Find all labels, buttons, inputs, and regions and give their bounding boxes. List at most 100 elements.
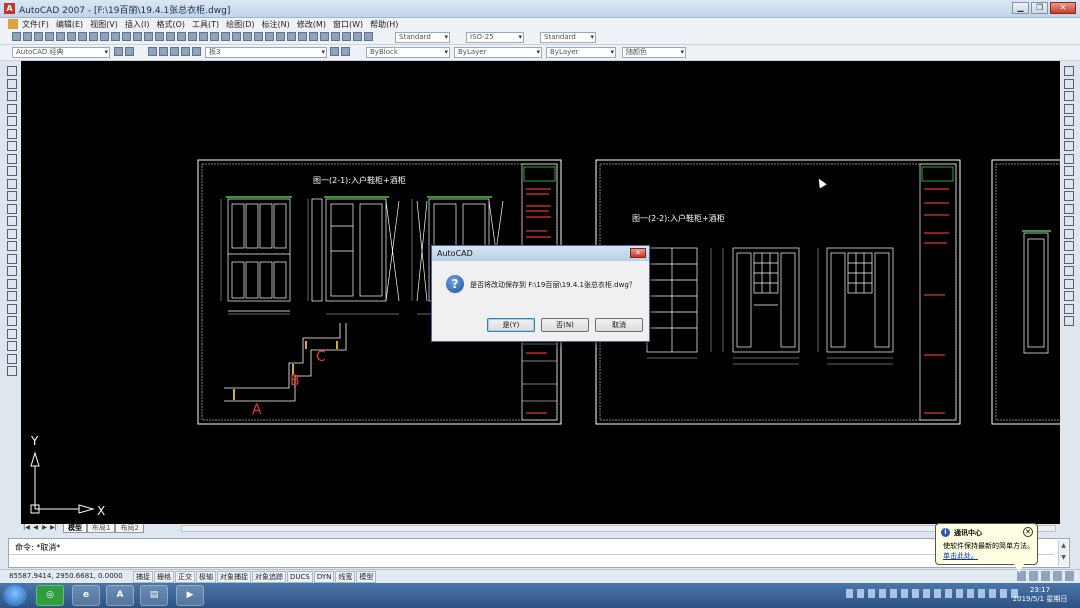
plot-style-select[interactable]: 随颜色 (622, 47, 686, 58)
yes-button[interactable]: 是(Y) (487, 318, 535, 332)
menu-edit[interactable]: 编辑(E) (56, 19, 83, 30)
command-scrollbar[interactable]: ▲ ▼ (1058, 540, 1068, 566)
polar-toggle[interactable]: 极轴 (196, 571, 216, 583)
dyn-toggle[interactable]: DYN (313, 571, 335, 583)
balloon-link[interactable]: 单击此处。 (943, 551, 978, 561)
autocad-app-icon[interactable]: A (4, 3, 15, 14)
minimize-button[interactable]: ▁ (1012, 2, 1029, 14)
dialog-message: 是否将改动保存到 F:\19百丽\19.4.1张总衣柜.dwg？ (470, 281, 636, 289)
text-style-select[interactable]: Standard (395, 32, 450, 43)
cursor-coordinates: 85587.9414, 2950.6681, 0.0000 (9, 572, 123, 580)
sheet-3-border (991, 159, 1060, 425)
tab-model[interactable]: 模型 (63, 524, 87, 533)
balloon-title: 通讯中心 (954, 529, 982, 537)
menu-help[interactable]: 帮助(H) (370, 19, 398, 30)
save-changes-dialog: AutoCAD ✕ ? 是否将改动保存到 F:\19百丽\19.4.1张总衣柜.… (431, 245, 650, 342)
cabinet-drawing-4 (646, 247, 698, 353)
table-style-select[interactable]: Standard (540, 32, 596, 43)
cabinet-plan-view (224, 323, 347, 402)
cabinet-drawing-2 (311, 198, 400, 302)
menu-insert[interactable]: 插入(I) (125, 19, 150, 30)
sheet-1-title: 图一(2-1):入户鞋柜+酒柜 (313, 175, 406, 185)
status-tray-icons[interactable] (1017, 571, 1074, 581)
folder-taskbar-icon[interactable]: ▤ (140, 585, 168, 606)
dialog-title: AutoCAD (432, 246, 649, 261)
menu-format[interactable]: 格式(O) (156, 19, 185, 30)
menu-view[interactable]: 视图(V) (90, 19, 118, 30)
no-button[interactable]: 否(N) (541, 318, 589, 332)
command-history: 命令: *取消* (15, 543, 61, 552)
iqiyi-taskbar-icon[interactable]: ◎ (36, 585, 64, 606)
title-bar: A AutoCAD 2007 - [F:\19百丽\19.4.1张总衣柜.dwg… (0, 0, 1080, 18)
tab-layout2[interactable]: 布局2 (115, 524, 144, 533)
ucs-icon (30, 451, 95, 514)
plan-label-b: B (290, 373, 300, 389)
workspace-select[interactable]: AutoCAD 经典 (12, 47, 110, 58)
next-tab-icon[interactable]: ▶ (41, 524, 48, 532)
prev-tab-icon[interactable]: ◀ (32, 524, 39, 532)
menu-window[interactable]: 窗口(W) (333, 19, 363, 30)
plan-label-c: C (316, 349, 326, 365)
first-tab-icon[interactable]: |◀ (23, 524, 30, 532)
autocad-taskbar-icon[interactable]: A (106, 585, 134, 606)
info-icon: i (941, 528, 950, 537)
command-window: 命令: *取消* ▲ ▼ (8, 538, 1070, 568)
workspace-tool-icons[interactable] (114, 47, 134, 56)
windows-taskbar: ◎ e A ▤ ▶ 23:17 2019/5/1 星期日 (0, 583, 1080, 608)
cabinet-drawing-5 (732, 247, 800, 353)
model-toggle[interactable]: 模型 (356, 571, 377, 583)
ucs-x-label: X (97, 504, 105, 518)
last-tab-icon[interactable]: ▶| (50, 524, 57, 532)
layer-state-icons[interactable] (148, 47, 201, 56)
cabinet-drawing-6 (826, 247, 894, 353)
linetype-select[interactable]: ByLayer (454, 47, 542, 58)
document-icon[interactable] (8, 19, 18, 29)
snap-toggle[interactable]: 捕捉 (133, 571, 153, 583)
sheet-2-title: 图一(2-2):入户鞋柜+酒柜 (632, 213, 725, 223)
autocad-window: A AutoCAD 2007 - [F:\19百丽\19.4.1张总衣柜.dwg… (0, 0, 1080, 608)
menu-draw[interactable]: 绘图(D) (226, 19, 254, 30)
taskbar-clock[interactable]: 23:17 2019/5/1 星期日 (1010, 586, 1070, 604)
standard-toolbar: Standard ISO-25 Standard (0, 30, 1080, 45)
close-button[interactable]: ✕ (1050, 2, 1076, 14)
command-input[interactable] (13, 556, 913, 567)
modify-toolbar[interactable] (1063, 66, 1077, 336)
lineweight-toggle[interactable]: 线宽 (335, 571, 356, 583)
layers-properties-toolbar: AutoCAD 经典 板3 ByBlock ByLayer ByLayer 随颜… (0, 45, 1080, 61)
color-select[interactable]: ByBlock (366, 47, 450, 58)
menu-tools[interactable]: 工具(T) (192, 19, 219, 30)
ie-taskbar-icon[interactable]: e (72, 585, 100, 606)
balloon-close-icon[interactable]: ✕ (1023, 527, 1033, 537)
menu-modify[interactable]: 修改(M) (297, 19, 326, 30)
recorder-taskbar-icon[interactable]: ▶ (176, 585, 204, 606)
dim-style-select[interactable]: ISO-25 (466, 32, 524, 43)
cabinet-drawing-7 (1023, 232, 1049, 354)
clock-date: 2019/5/1 星期日 (1012, 595, 1068, 603)
status-bar: 85587.9414, 2950.6681, 0.0000 捕捉 栅格 正交 极… (0, 569, 1080, 583)
cabinet-drawing-1 (227, 198, 291, 312)
standard-tool-icons[interactable] (12, 32, 373, 41)
grid-toggle[interactable]: 栅格 (154, 571, 174, 583)
layer-tool-icons[interactable] (330, 47, 350, 56)
menu-file[interactable]: 文件(F) (22, 19, 49, 30)
clock-time: 23:17 (1029, 586, 1051, 594)
system-tray-icons[interactable] (846, 589, 1018, 598)
plan-label-a: A (252, 402, 262, 418)
menu-dimension[interactable]: 标注(N) (262, 19, 290, 30)
draw-toolbar[interactable] (6, 66, 20, 396)
dialog-close-button[interactable]: ✕ (630, 248, 646, 258)
ucs-y-label: Y (30, 434, 39, 448)
restore-button[interactable]: ❐ (1031, 2, 1048, 14)
tab-layout1[interactable]: 布局1 (87, 524, 116, 533)
otrack-toggle[interactable]: 对象追踪 (252, 571, 286, 583)
ducs-toggle[interactable]: DUCS (287, 571, 313, 583)
layout-tabs-bar: |◀ ◀ ▶ ▶| 模型 布局1 布局2 (21, 524, 1060, 533)
start-button-icon[interactable] (3, 585, 27, 606)
menu-bar: 文件(F) 编辑(E) 视图(V) 插入(I) 格式(O) 工具(T) 绘图(D… (0, 18, 1080, 30)
ortho-toggle[interactable]: 正交 (175, 571, 195, 583)
layer-select[interactable]: 板3 (205, 47, 327, 58)
lineweight-select[interactable]: ByLayer (546, 47, 616, 58)
osnap-toggle[interactable]: 对象捕捉 (217, 571, 251, 583)
horizontal-scrollbar[interactable] (181, 525, 1056, 532)
cancel-button[interactable]: 取消 (595, 318, 643, 332)
